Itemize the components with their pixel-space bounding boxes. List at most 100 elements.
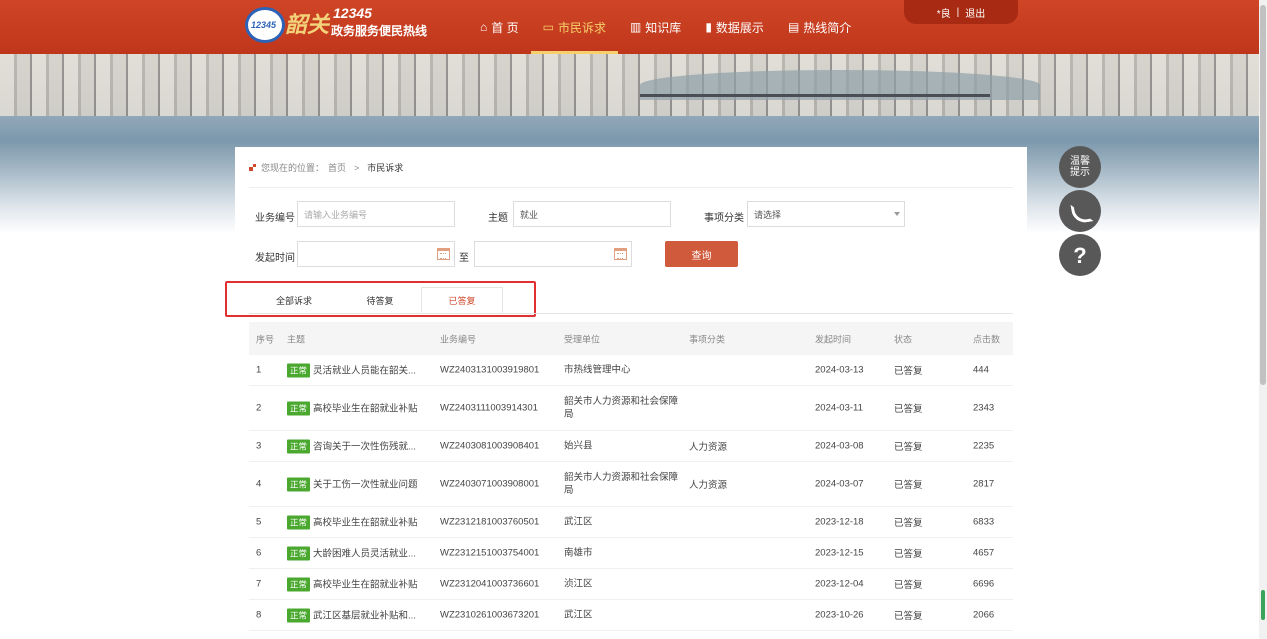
logo-script: 韶关 (285, 12, 330, 38)
status-badge: 正常 (287, 477, 311, 492)
user-separator: | (956, 6, 960, 18)
row-unit: 韶关市人力资源和社会保障局 (564, 472, 679, 496)
nav-data-display[interactable]: ▮ 数据展示 (693, 0, 776, 54)
row-status: 已答复 (894, 404, 923, 415)
subject-label: 主题 (488, 213, 508, 224)
category-select[interactable]: 请选择 (747, 201, 905, 227)
row-code: WZ2312181003760501 (440, 516, 540, 528)
calendar-icon[interactable] (437, 248, 450, 260)
row-no: 1 (256, 364, 262, 376)
row-status: 已答复 (894, 480, 923, 491)
calendar-icon[interactable] (614, 248, 627, 260)
status-badge: 正常 (287, 363, 311, 378)
row-clicks: 2235 (973, 440, 995, 452)
status-badge: 正常 (287, 401, 311, 416)
row-unit: 市热线管理中心 (564, 364, 631, 376)
status-badge: 正常 (287, 515, 311, 530)
row-unit: 武江区 (564, 609, 593, 621)
start-date-input[interactable] (297, 241, 455, 267)
content-panel: 您现在的位置： 首页 > 市民诉求 业务编号 请输入业务编号 主题 就业 事项分… (225, 147, 1027, 639)
breadcrumb-home[interactable]: 首页 (328, 161, 346, 174)
row-status: 已答复 (894, 549, 923, 560)
scrollbar-thumb[interactable] (1260, 5, 1266, 385)
row-date: 2024-03-11 (815, 402, 863, 414)
chat-icon: ▭ (542, 20, 554, 34)
row-category: 人力资源 (689, 480, 728, 491)
chevron-down-icon (894, 212, 900, 216)
row-code: WZ2403111003914301 (440, 402, 538, 414)
row-date: 2023-12-15 (815, 547, 864, 559)
tab-replied[interactable]: 已答复 (421, 287, 503, 313)
row-status: 已答复 (894, 518, 923, 529)
row-status: 已答复 (894, 580, 923, 591)
user-panel: *良 | 退出 (904, 0, 1018, 24)
row-clicks: 2817 (973, 478, 995, 490)
row-clicks: 4657 (973, 547, 995, 559)
end-date-input[interactable] (474, 241, 632, 267)
table-row[interactable]: 6 正常 大龄困难人员灵活就业... WZ2312151003754001 南雄市 202… (249, 538, 1013, 569)
table-row[interactable]: 5 正常 高校毕业生在韶就业补贴 WZ2312181003760501 武江区 2023-… (249, 507, 1013, 538)
row-subject-link[interactable]: 正常 高校毕业生在韶就业补贴 (287, 401, 418, 416)
code-input[interactable]: 请输入业务编号 (297, 201, 455, 227)
row-subject-link[interactable]: 正常 大龄困难人员灵活就业... (287, 546, 416, 561)
row-code: WZ2312041003736601 (440, 578, 540, 590)
side-widget-strip[interactable] (1261, 590, 1265, 620)
row-code: WZ2403131003919801 (440, 364, 540, 376)
nav-citizen-appeals[interactable]: ▭ 市民诉求 (530, 0, 619, 54)
row-category: 人力资源 (689, 442, 728, 453)
nav-hotline-intro[interactable]: ▤ 热线简介 (776, 0, 863, 54)
row-subject-link[interactable]: 正常 灵活就业人员能在韶关... (287, 363, 416, 378)
breadcrumb-current: 市民诉求 (367, 163, 404, 173)
query-button[interactable]: 查询 (665, 241, 738, 267)
row-unit: 浈江区 (564, 578, 593, 590)
appeals-table: 序号 主题 业务编号 受理单位 事项分类 发起时间 状态 点击数 1 正常 灵活就业… (249, 322, 1013, 631)
tab-all-appeals[interactable]: 全部诉求 (257, 287, 331, 313)
table-row[interactable]: 8 正常 武江区基层就业补贴和... WZ2310261003673201 武江区 202… (249, 600, 1013, 631)
user-name[interactable]: *良 (937, 5, 951, 20)
nav-home[interactable]: ⌂ 首 页 (468, 0, 531, 54)
row-code: WZ2310261003673201 (440, 609, 540, 621)
tab-pending-reply[interactable]: 待答复 (343, 287, 417, 313)
table-row[interactable]: 2 正常 高校毕业生在韶就业补贴 WZ2403111003914301 韶关市人力资源和… (249, 386, 1013, 431)
row-subject-link[interactable]: 正常 高校毕业生在韶就业补贴 (287, 515, 418, 530)
site-logo[interactable]: 12345 韶关 12345 政务服务便民热线 (245, 5, 430, 45)
row-unit: 始兴县 (564, 440, 593, 452)
logout-link[interactable]: 退出 (965, 5, 985, 20)
row-subject-link[interactable]: 正常 武江区基层就业补贴和... (287, 608, 416, 623)
category-label: 事项分类 (704, 213, 744, 224)
table-row[interactable]: 1 正常 灵活就业人员能在韶关... WZ2403131003919801 市热线管理中… (249, 355, 1013, 386)
tips-button[interactable]: 温馨 提示 (1059, 146, 1101, 188)
row-unit: 韶关市人力资源和社会保障局 (564, 396, 679, 420)
book-icon: ▥ (629, 20, 642, 34)
time-label: 发起时间 (255, 253, 295, 264)
row-code: WZ2403071003908001 (440, 478, 540, 490)
row-clicks: 444 (973, 364, 989, 376)
question-icon: ? (1073, 242, 1087, 268)
table-row[interactable]: 4 正常 关于工伤一次性就业问题 WZ2403071003908001 韶关市人力资源和… (249, 462, 1013, 507)
row-subject-link[interactable]: 正常 高校毕业生在韶就业补贴 (287, 577, 418, 592)
row-date: 2023-12-04 (815, 578, 864, 590)
row-subject-link[interactable]: 正常 关于工伤一次性就业问题 (287, 477, 418, 492)
table-body: 1 正常 灵活就业人员能在韶关... WZ2403131003919801 市热线管理中… (249, 355, 1013, 631)
top-header: 12345 韶关 12345 政务服务便民热线 ⌂ 首 页 ▭ 市民诉求 ▥ 知… (0, 0, 1267, 54)
row-clicks: 2343 (973, 402, 995, 414)
row-no: 3 (256, 440, 262, 452)
divider (249, 187, 1013, 188)
row-status: 已答复 (894, 611, 923, 622)
breadcrumb: 您现在的位置： 首页 > 市民诉求 (249, 161, 403, 174)
subject-input[interactable]: 就业 (513, 201, 671, 227)
hotline-button[interactable] (1059, 190, 1101, 232)
row-date: 2024-03-13 (815, 364, 864, 376)
table-header: 序号 主题 业务编号 受理单位 事项分类 发起时间 状态 点击数 (249, 322, 1013, 355)
row-no: 8 (256, 609, 262, 621)
table-row[interactable]: 3 正常 咨询关于一次性伤残就... WZ2403081003908401 始兴县 人力资… (249, 431, 1013, 462)
status-badge: 正常 (287, 608, 311, 623)
help-button[interactable]: ? (1059, 234, 1101, 276)
row-clicks: 6833 (973, 516, 995, 528)
code-label: 业务编号 (255, 213, 295, 224)
row-subject-link[interactable]: 正常 咨询关于一次性伤残就... (287, 439, 416, 454)
status-badge: 正常 (287, 577, 311, 592)
row-status: 已答复 (894, 366, 923, 377)
nav-knowledge-base[interactable]: ▥ 知识库 (618, 0, 693, 54)
table-row[interactable]: 7 正常 高校毕业生在韶就业补贴 WZ2312041003736601 浈江区 2023-… (249, 569, 1013, 600)
